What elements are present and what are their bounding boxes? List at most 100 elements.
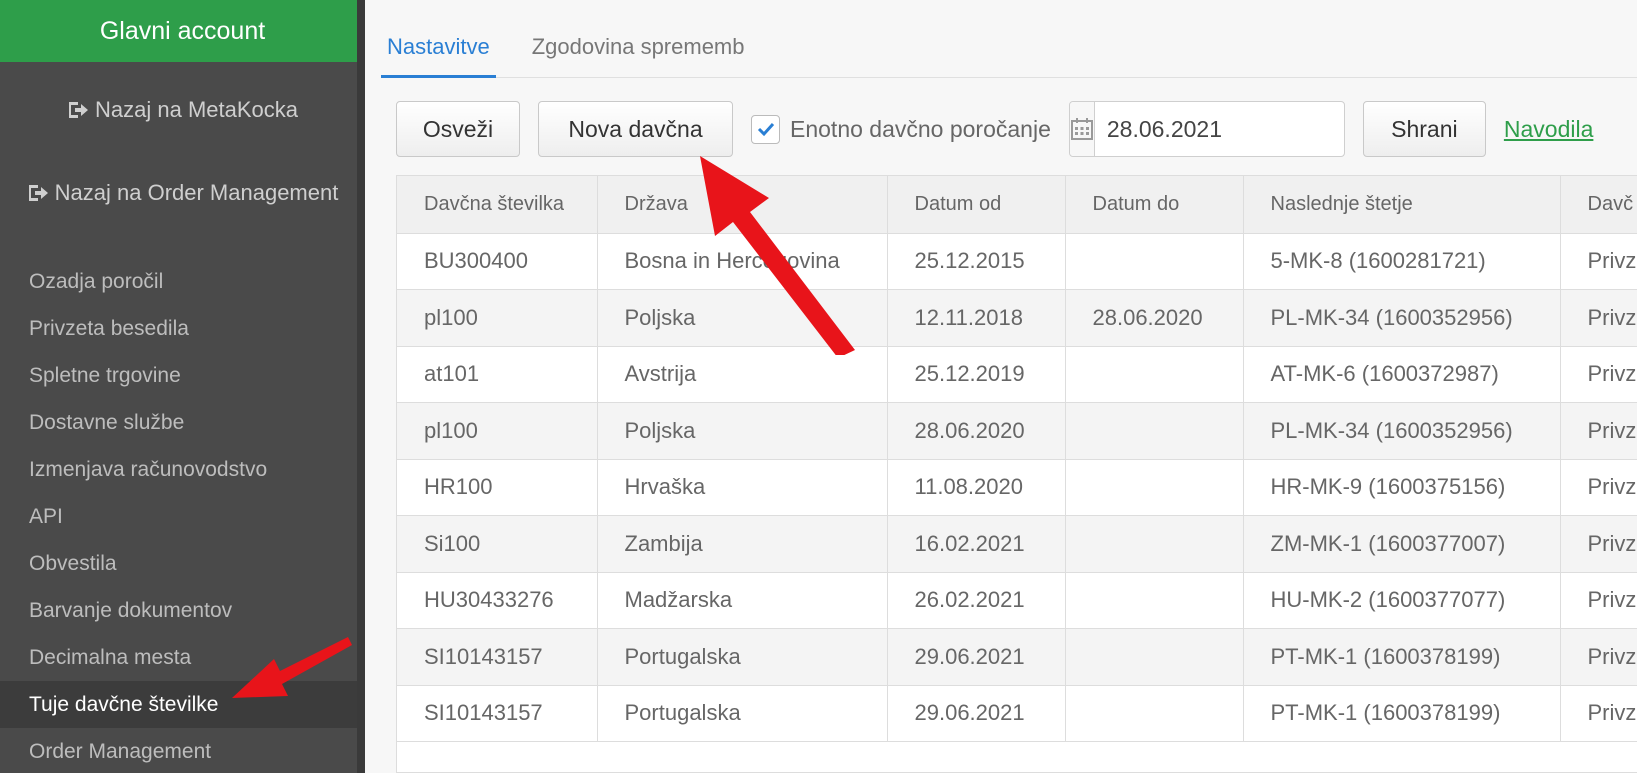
sidebar-item-default-texts[interactable]: Privzeta besedila <box>0 305 357 352</box>
table-row[interactable]: Si100 Zambija 16.02.2021 ZM-MK-1 (160037700… <box>397 515 1637 573</box>
country-cell: Bosna in Hercegovina <box>597 233 888 290</box>
date-input[interactable] <box>1094 102 1403 156</box>
date-to-cell <box>1065 233 1244 290</box>
country-cell: Avstrija <box>597 346 888 403</box>
tax-number-cell: SI10143157 <box>397 685 598 742</box>
date-to-cell <box>1065 515 1244 573</box>
account-header[interactable]: Glavni account <box>0 0 365 62</box>
next-counter-cell: PL-MK-34 (1600352956) <box>1243 289 1561 347</box>
country-cell: Poljska <box>597 289 888 347</box>
tax-cell: Privz <box>1560 459 1637 516</box>
unified-reporting-label: Enotno davčno poročanje <box>790 115 1051 142</box>
tax-number-cell: SI10143157 <box>397 628 598 686</box>
sidebar-item-notifications[interactable]: Obvestila <box>0 540 357 587</box>
save-button[interactable]: Shrani <box>1362 101 1486 157</box>
column-header-next-counter[interactable]: Naslednje štetje <box>1243 176 1561 234</box>
back-to-order-management-link[interactable]: Nazaj na Order Management <box>0 176 365 210</box>
sidebar-item-decimal-places[interactable]: Decimalna mesta <box>0 634 357 681</box>
sidebar-item-api[interactable]: API <box>0 493 357 540</box>
refresh-button[interactable]: Osveži <box>396 101 520 157</box>
tax-cell: Privz <box>1560 572 1637 629</box>
table-row[interactable]: pl100 Poljska 28.06.2020 PL-MK-34 (16003529… <box>397 402 1637 460</box>
column-header-date-to[interactable]: Datum do <box>1065 176 1244 234</box>
date-from-cell: 29.06.2021 <box>887 628 1066 686</box>
tax-number-cell: Si100 <box>397 515 598 573</box>
tab-bar: Nastavitve Zgodovina sprememb <box>381 26 1637 78</box>
date-to-cell <box>1065 685 1244 742</box>
table-row[interactable]: at101 Avstrija 25.12.2019 AT-MK-6 (16003729… <box>397 346 1637 403</box>
settings-menu: Ozadja poročil Privzeta besedila Spletne… <box>0 258 357 773</box>
sidebar-item-foreign-tax-numbers[interactable]: Tuje davčne številke <box>0 681 357 728</box>
column-header-tax[interactable]: Davč <box>1560 176 1637 234</box>
table-row[interactable]: HR100 Hrvaška 11.08.2020 HR-MK-9 (160037515… <box>397 459 1637 516</box>
tax-number-cell: HU30433276 <box>397 572 598 629</box>
sidebar-item-document-coloring[interactable]: Barvanje dokumentov <box>0 587 357 634</box>
next-counter-cell: 5-MK-8 (1600281721) <box>1243 233 1561 290</box>
new-tax-number-button[interactable]: Nova davčna <box>538 101 733 157</box>
date-from-cell: 16.02.2021 <box>887 515 1066 573</box>
sidebar-edge <box>357 0 365 773</box>
date-from-cell: 11.08.2020 <box>887 459 1066 516</box>
tax-cell: Privz <box>1560 233 1637 290</box>
tab-settings[interactable]: Nastavitve <box>381 26 496 78</box>
date-to-cell <box>1065 402 1244 460</box>
tax-cell: Privz <box>1560 685 1637 742</box>
table-row[interactable]: HU30433276 Madžarska 26.02.2021 HU-MK-2 (16… <box>397 572 1637 629</box>
table-row[interactable]: pl100 Poljska 12.11.2018 28.06.2020 PL-MK-34… <box>397 289 1637 347</box>
back-to-metakocka-link[interactable]: Nazaj na MetaKocka <box>0 93 365 127</box>
back-to-order-management-label: Nazaj na Order Management <box>54 180 339 205</box>
unified-reporting-checkbox[interactable] <box>751 114 780 144</box>
table-row[interactable]: SI10143157 Portugalska 29.06.2021 PT-MK-1 (… <box>397 685 1637 742</box>
date-from-cell: 29.06.2021 <box>887 685 1066 742</box>
date-picker <box>1068 101 1403 157</box>
check-icon <box>757 122 774 137</box>
date-from-cell: 25.12.2015 <box>887 233 1066 290</box>
date-to-cell <box>1065 346 1244 403</box>
main-content: Nastavitve Zgodovina sprememb Osveži Nov… <box>365 0 1637 773</box>
unified-reporting-toggle[interactable]: Enotno davčno poročanje <box>751 114 1051 144</box>
date-from-cell: 12.11.2018 <box>887 289 1066 347</box>
tax-cell: Privz <box>1560 402 1637 460</box>
sidebar-item-report-backgrounds[interactable]: Ozadja poročil <box>0 258 357 305</box>
back-to-metakocka-label: Nazaj na MetaKocka <box>95 97 298 122</box>
date-to-cell <box>1065 572 1244 629</box>
next-counter-cell: AT-MK-6 (1600372987) <box>1243 346 1561 403</box>
sign-out-icon <box>27 183 49 203</box>
column-header-date-from[interactable]: Datum od <box>887 176 1066 234</box>
table-row[interactable]: BU300400 Bosna in Hercegovina 25.12.2015 5-… <box>397 233 1637 290</box>
toolbar: Osveži Nova davčna Enotno davčno poročan… <box>396 101 1593 157</box>
date-to-cell: 28.06.2020 <box>1065 289 1244 347</box>
country-cell: Hrvaška <box>597 459 888 516</box>
tax-number-cell: at101 <box>397 346 598 403</box>
tax-cell: Privz <box>1560 515 1637 573</box>
column-header-tax-number[interactable]: Davčna številka <box>397 176 598 234</box>
calendar-icon[interactable] <box>1069 102 1095 156</box>
sidebar: Glavni account Nazaj na MetaKocka Nazaj … <box>0 0 365 773</box>
next-counter-cell: PT-MK-1 (1600378199) <box>1243 685 1561 742</box>
country-cell: Portugalska <box>597 628 888 686</box>
country-cell: Portugalska <box>597 685 888 742</box>
tab-change-history[interactable]: Zgodovina sprememb <box>526 26 751 78</box>
help-link[interactable]: Navodila <box>1504 116 1594 143</box>
tax-cell: Privz <box>1560 628 1637 686</box>
country-cell: Madžarska <box>597 572 888 629</box>
sidebar-item-order-management[interactable]: Order Management <box>0 728 357 773</box>
column-header-country[interactable]: Država <box>597 176 888 234</box>
tax-number-cell: pl100 <box>397 402 598 460</box>
sign-out-icon <box>67 100 89 120</box>
next-counter-cell: PL-MK-34 (1600352956) <box>1243 402 1561 460</box>
next-counter-cell: HR-MK-9 (1600375156) <box>1243 459 1561 516</box>
table-row[interactable]: SI10143157 Portugalska 29.06.2021 PT-MK-1 (… <box>397 628 1637 686</box>
next-counter-cell: ZM-MK-1 (1600377007) <box>1243 515 1561 573</box>
date-from-cell: 28.06.2020 <box>887 402 1066 460</box>
sidebar-item-web-shops[interactable]: Spletne trgovine <box>0 352 357 399</box>
tax-number-cell: pl100 <box>397 289 598 347</box>
date-to-cell <box>1065 459 1244 516</box>
next-counter-cell: HU-MK-2 (1600377077) <box>1243 572 1561 629</box>
table-body: BU300400 Bosna in Hercegovina 25.12.2015 5-… <box>397 233 1637 742</box>
tax-cell: Privz <box>1560 289 1637 347</box>
country-cell: Zambija <box>597 515 888 573</box>
sidebar-item-delivery-services[interactable]: Dostavne službe <box>0 399 357 446</box>
tax-number-cell: HR100 <box>397 459 598 516</box>
sidebar-item-accounting-exchange[interactable]: Izmenjava računovodstvo <box>0 446 357 493</box>
